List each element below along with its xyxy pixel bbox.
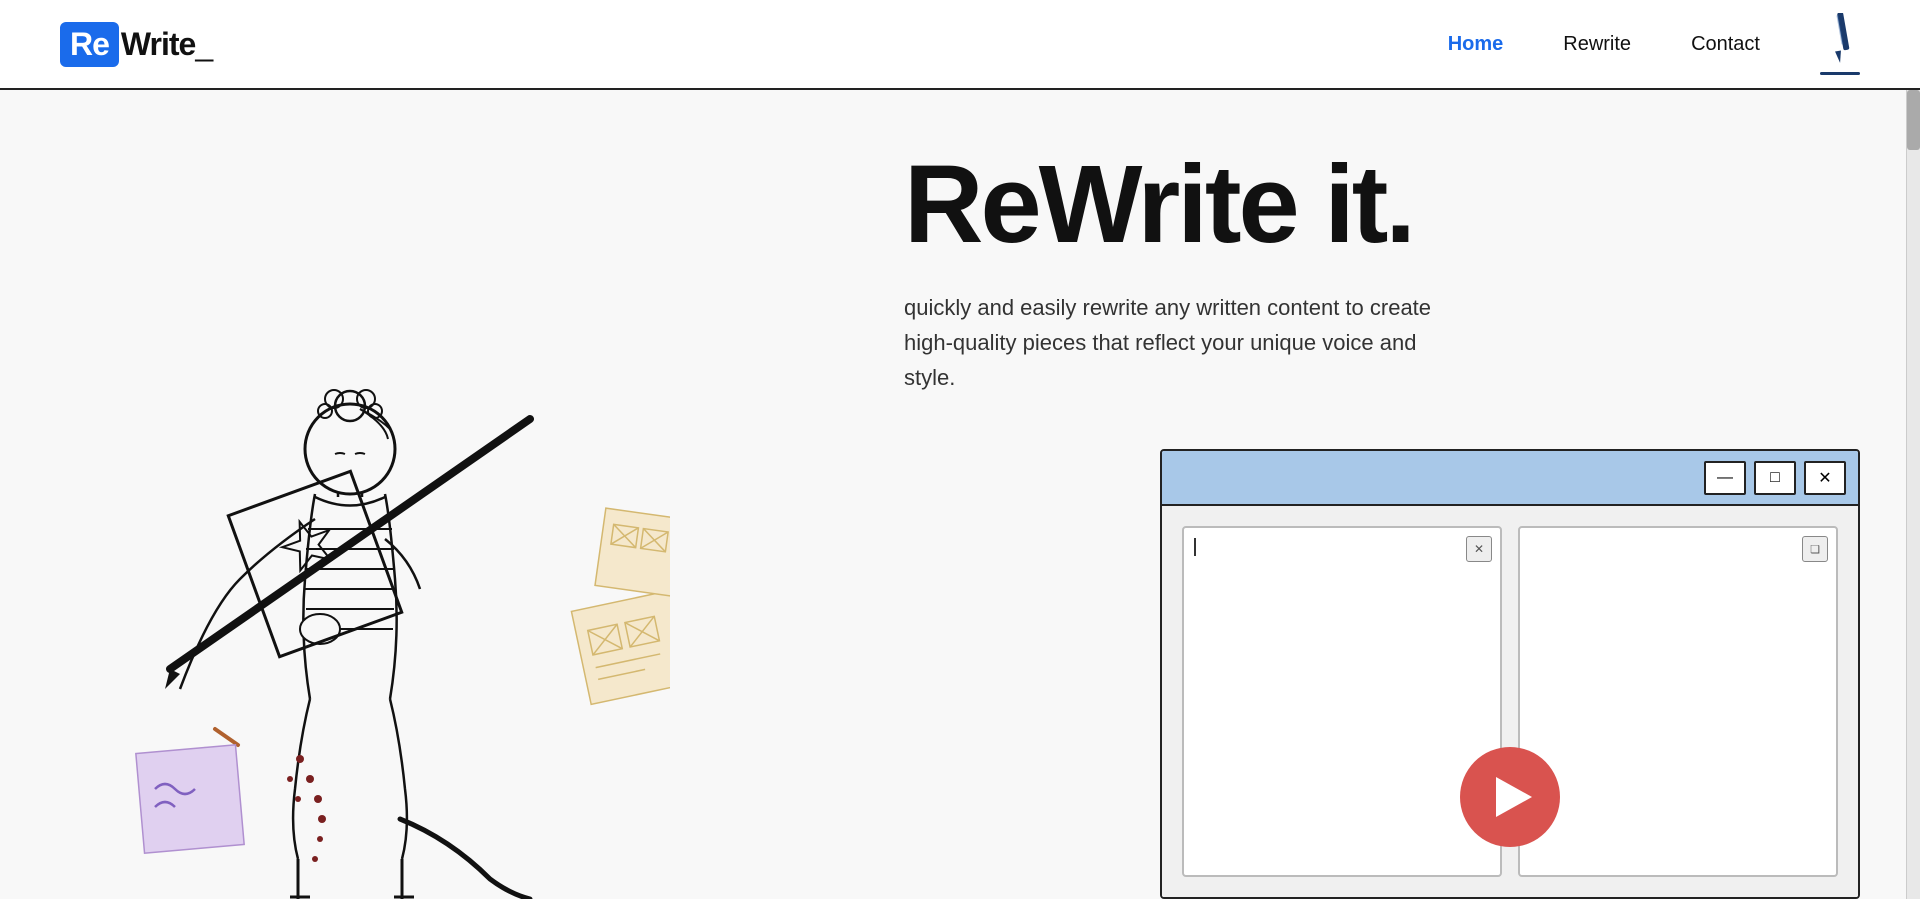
window-mockup: — □ ✕ ✕ ❏ — [1160, 449, 1860, 899]
hero-section: ReWrite it. quickly and easily rewrite a… — [0, 90, 1920, 899]
text-cursor — [1194, 538, 1196, 556]
hero-subtitle: quickly and easily rewrite any written c… — [904, 290, 1464, 396]
person-illustration — [50, 319, 670, 899]
nav-links: Home Rewrite Contact — [1448, 13, 1860, 75]
illustration-area: — □ ✕ ✕ ❏ — [0, 319, 1920, 899]
logo-write-text: Write_ — [121, 26, 212, 63]
nav-link-rewrite[interactable]: Rewrite — [1563, 33, 1631, 56]
window-minimize-button[interactable]: — — [1704, 461, 1746, 495]
logo-re-badge[interactable]: Re — [60, 22, 119, 67]
window-input-panel: ✕ — [1182, 526, 1502, 877]
hero-title: ReWrite it. — [904, 150, 1464, 260]
window-output-panel: ❏ — [1518, 526, 1838, 877]
scrollbar-thumb[interactable] — [1907, 90, 1920, 150]
panel-copy-button[interactable]: ❏ — [1802, 536, 1828, 562]
window-titlebar: — □ ✕ — [1162, 451, 1858, 506]
play-button[interactable] — [1460, 747, 1560, 847]
pen-icon[interactable] — [1820, 13, 1860, 75]
window-close-button[interactable]: ✕ — [1804, 461, 1846, 495]
hero-text-block: ReWrite it. quickly and easily rewrite a… — [904, 150, 1464, 396]
window-maximize-button[interactable]: □ — [1754, 461, 1796, 495]
panel-clear-button[interactable]: ✕ — [1466, 536, 1492, 562]
scrollbar[interactable] — [1906, 90, 1920, 899]
navbar: Re Write_ Home Rewrite Contact — [0, 0, 1920, 90]
nav-link-contact[interactable]: Contact — [1691, 33, 1760, 56]
play-icon — [1496, 777, 1532, 817]
pen-base — [1820, 72, 1860, 75]
logo: Re Write_ — [60, 22, 212, 67]
nav-link-home[interactable]: Home — [1448, 33, 1504, 56]
